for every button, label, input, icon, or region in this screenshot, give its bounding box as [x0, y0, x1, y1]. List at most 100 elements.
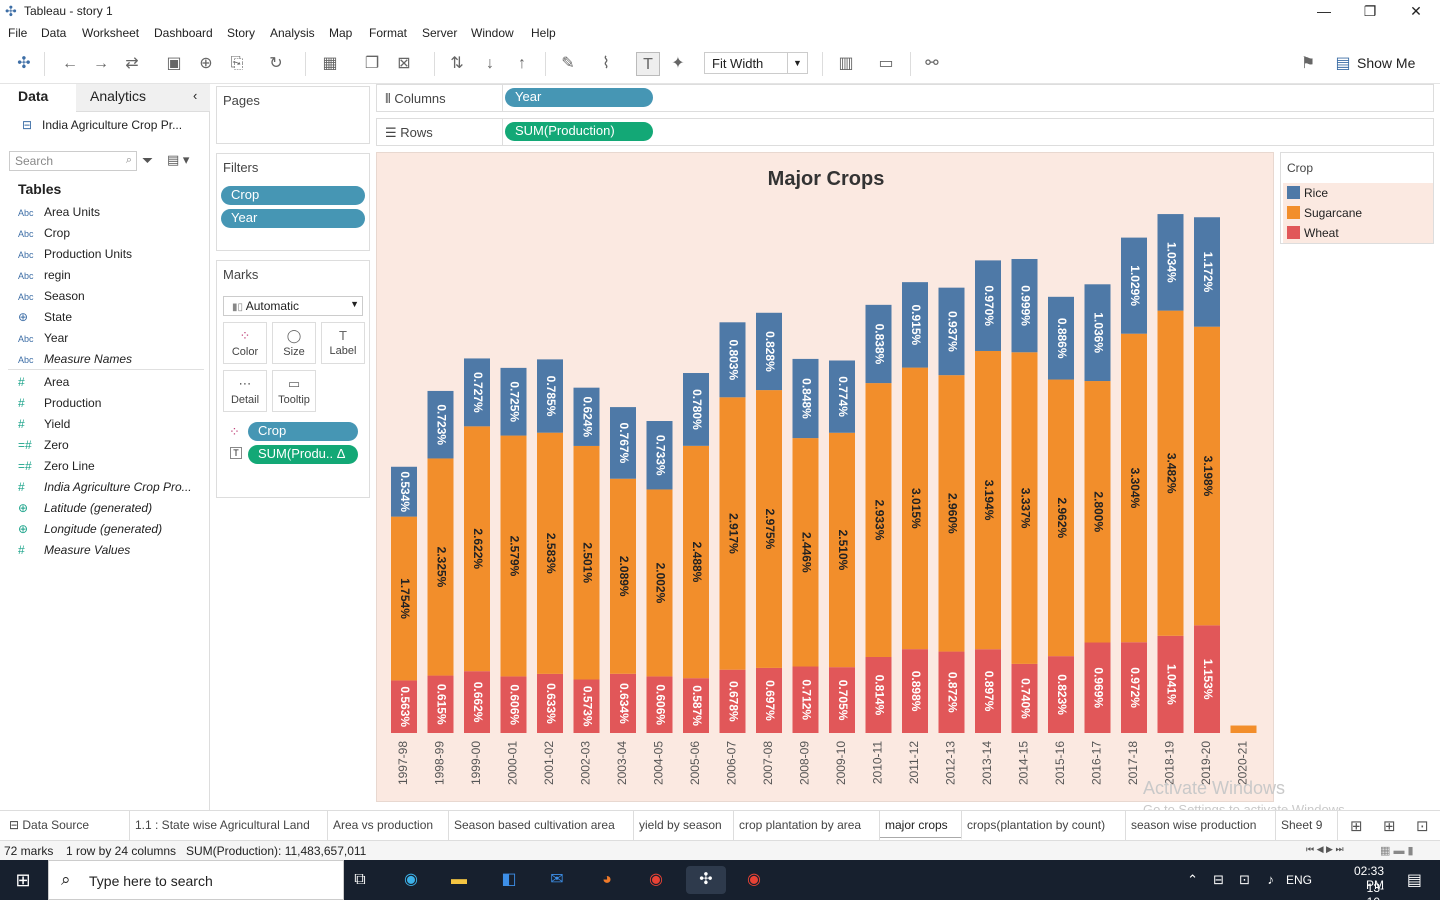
- taskbar-search[interactable]: ⌕ Type here to search: [48, 860, 344, 900]
- save-icon[interactable]: ▣: [162, 52, 186, 76]
- tab-crops-plantation-by-count[interactable]: crops(plantation by count): [962, 811, 1126, 840]
- redo-icon[interactable]: →: [89, 52, 113, 76]
- show-me-icon[interactable]: ▤: [1331, 52, 1355, 76]
- menu-story[interactable]: Story: [227, 26, 255, 40]
- field-area-units[interactable]: Abc Area Units: [18, 205, 208, 225]
- swap-axes-icon[interactable]: ⇅: [445, 52, 469, 76]
- maximize-button[interactable]: ❐: [1347, 0, 1393, 24]
- chrome-icon[interactable]: ◉: [641, 866, 671, 894]
- field-measure-values[interactable]: # Measure Values: [18, 543, 208, 563]
- columns-pill-year[interactable]: Year: [505, 88, 653, 107]
- clear-sheet-icon[interactable]: ⊠: [392, 52, 416, 76]
- collapse-pane-icon[interactable]: ‹: [193, 88, 197, 103]
- show-cards-icon[interactable]: ▥: [834, 52, 858, 76]
- marks-pill-crop[interactable]: Crop: [248, 422, 358, 441]
- duplicate-sheet-icon[interactable]: ❐: [360, 52, 384, 76]
- filter-pill-year[interactable]: Year: [221, 209, 365, 228]
- replay-icon[interactable]: ⇄: [120, 52, 144, 76]
- task-view-icon[interactable]: ⧉: [345, 866, 375, 894]
- firefox-icon[interactable]: ◕: [592, 866, 622, 894]
- menu-window[interactable]: Window: [471, 26, 514, 40]
- new-datasource-icon[interactable]: ⊕: [194, 52, 218, 76]
- sheet-nav-icons[interactable]: ⏮ ◀ ▶ ⏭: [1306, 844, 1344, 855]
- sheet-sorter-icon[interactable]: ▦ ▬ ▮: [1380, 844, 1414, 857]
- edge-icon[interactable]: ◉: [396, 866, 426, 894]
- paint-roller-icon[interactable]: ⚑: [1296, 52, 1320, 76]
- tab-season-wise-production[interactable]: season wise production: [1126, 811, 1276, 840]
- wifi-icon[interactable]: ⊡: [1239, 872, 1250, 888]
- sort-ascending-icon[interactable]: ↓: [478, 52, 502, 76]
- tab-yield-by-season[interactable]: yield by season: [634, 811, 734, 840]
- menu-map[interactable]: Map: [329, 26, 352, 40]
- tab-area-vs-production[interactable]: Area vs production: [328, 811, 449, 840]
- chart-view[interactable]: Major Crops 0.563% 1.754% 0.534% 1997-98 0.6…: [376, 152, 1274, 802]
- bar-sugarcane-2020-21[interactable]: [1230, 725, 1257, 733]
- tab-data[interactable]: Data: [18, 88, 48, 104]
- presentation-mode-icon[interactable]: ▭: [874, 52, 898, 76]
- tab-state-wise-agricultural-land[interactable]: 1.1 : State wise Agricultural Land: [130, 811, 328, 840]
- menu-format[interactable]: Format: [369, 26, 407, 40]
- tooltip-button[interactable]: ▭ Tooltip: [272, 370, 316, 412]
- field-regin[interactable]: Abc regin: [18, 268, 208, 288]
- tab-data-source[interactable]: ⊟ Data Source: [4, 811, 130, 840]
- field-zero[interactable]: =# Zero: [18, 438, 208, 458]
- menu-data[interactable]: Data: [41, 26, 66, 40]
- network-icon[interactable]: ⊟: [1213, 872, 1224, 888]
- pages-card[interactable]: Pages: [216, 86, 370, 144]
- mail-icon[interactable]: ✉: [542, 866, 572, 894]
- mark-type-dropdown[interactable]: ▮▯ Automatic ▼: [223, 296, 363, 316]
- marks-pill-sum-production[interactable]: SUM(Produ.. Δ: [248, 445, 358, 464]
- show-labels-icon[interactable]: T: [636, 52, 660, 76]
- tray-arrow-icon[interactable]: ⌃: [1187, 872, 1198, 888]
- field-zero-line[interactable]: =# Zero Line: [18, 459, 208, 479]
- datasource-name[interactable]: India Agriculture Crop Pr...: [42, 118, 202, 132]
- share-icon[interactable]: ⚯: [920, 52, 944, 76]
- columns-shelf[interactable]: ⦀ Columns Year: [376, 84, 1434, 112]
- field-season[interactable]: Abc Season: [18, 289, 208, 309]
- menu-server[interactable]: Server: [422, 26, 457, 40]
- rows-shelf[interactable]: ☰ Rows SUM(Production): [376, 118, 1434, 146]
- label-button[interactable]: T Label: [321, 322, 365, 364]
- notifications-icon[interactable]: ▤: [1407, 870, 1422, 890]
- tab-sheet-9[interactable]: Sheet 9: [1276, 811, 1338, 840]
- size-button[interactable]: ◯ Size: [272, 322, 316, 364]
- filter-icon[interactable]: ⏷: [142, 152, 153, 169]
- field-india-agriculture-count[interactable]: # India Agriculture Crop Pro...: [18, 480, 208, 500]
- refresh-icon[interactable]: ↻: [264, 52, 288, 76]
- legend-item-wheat[interactable]: Wheat: [1283, 223, 1433, 243]
- field-longitude[interactable]: ⊕ Longitude (generated): [18, 522, 208, 542]
- sort-descending-icon[interactable]: ↑: [510, 52, 534, 76]
- field-state[interactable]: ⊕ State: [18, 310, 208, 330]
- new-story-icon[interactable]: ⊡: [1416, 817, 1429, 835]
- field-area[interactable]: # Area: [18, 375, 208, 395]
- tableau-taskbar-icon[interactable]: ✣: [686, 866, 726, 894]
- menu-analysis[interactable]: Analysis: [270, 26, 315, 40]
- field-production[interactable]: # Production: [18, 396, 208, 416]
- search-input[interactable]: Search ⌕: [9, 151, 137, 171]
- new-worksheet-icon[interactable]: ▦: [318, 52, 342, 76]
- close-button[interactable]: ✕: [1393, 0, 1439, 24]
- clock-date[interactable]: 13-10-2023: [1357, 881, 1384, 923]
- new-worksheet-icon[interactable]: ⊞: [1350, 817, 1363, 835]
- tab-crop-plantation-by-area[interactable]: crop plantation by area: [734, 811, 880, 840]
- field-year[interactable]: Abc Year: [18, 331, 208, 351]
- store-icon[interactable]: ◧: [494, 866, 524, 894]
- new-dashboard-icon[interactable]: ⊞: [1383, 817, 1396, 835]
- field-latitude[interactable]: ⊕ Latitude (generated): [18, 501, 208, 521]
- language-indicator[interactable]: ENG: [1286, 873, 1312, 887]
- legend-item-sugarcane[interactable]: Sugarcane: [1283, 203, 1433, 223]
- windows-start-icon[interactable]: ⊞: [8, 866, 38, 894]
- pause-updates-icon[interactable]: ⎘: [225, 52, 249, 76]
- color-button[interactable]: ⁘ Color: [223, 322, 267, 364]
- file-explorer-icon[interactable]: ▬: [444, 866, 474, 894]
- highlight-icon[interactable]: ✎: [556, 52, 580, 76]
- field-yield[interactable]: # Yield: [18, 417, 208, 437]
- menu-file[interactable]: File: [8, 26, 27, 40]
- rows-pill-sum-production[interactable]: SUM(Production): [505, 122, 653, 141]
- show-me-button[interactable]: Show Me: [1357, 55, 1415, 71]
- filter-pill-crop[interactable]: Crop: [221, 186, 365, 205]
- tab-major-crops[interactable]: major crops: [880, 811, 962, 840]
- field-production-units[interactable]: Abc Production Units: [18, 247, 208, 267]
- group-icon[interactable]: ⌇: [594, 52, 618, 76]
- menu-help[interactable]: Help: [531, 26, 556, 40]
